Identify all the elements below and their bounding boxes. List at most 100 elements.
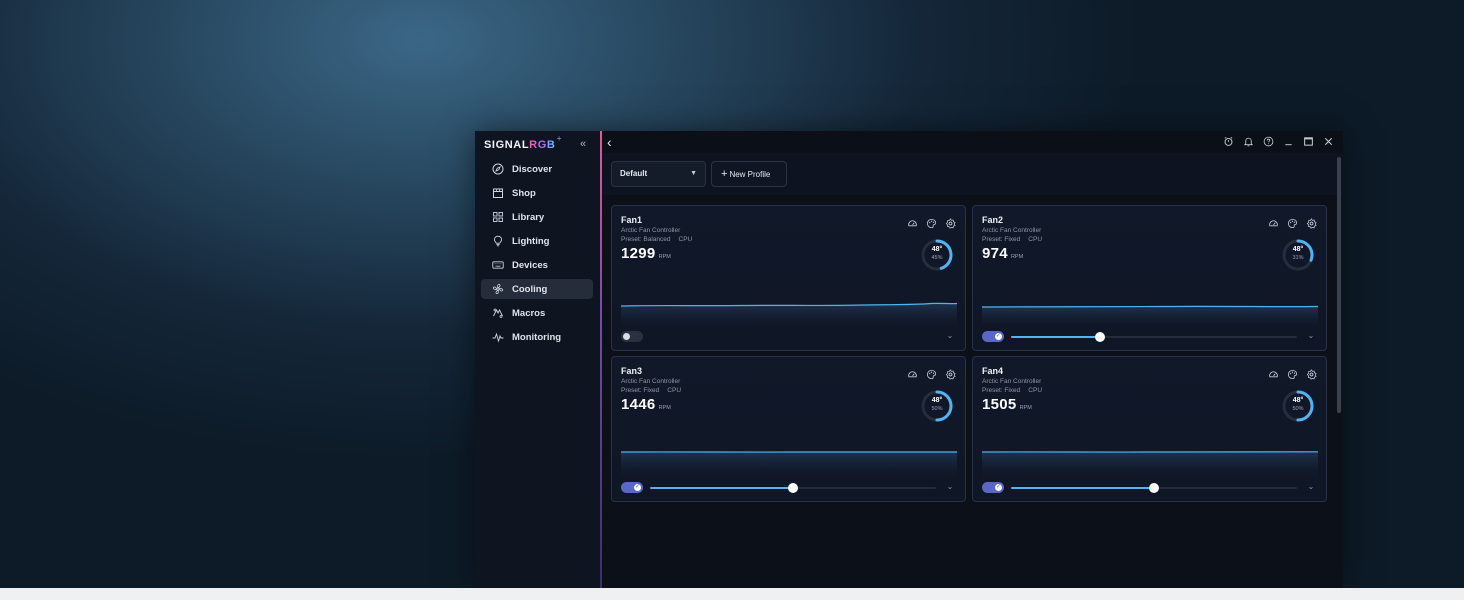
fan-rpm: 1505 RPM [982, 396, 1032, 413]
fan-card-actions [1267, 368, 1317, 380]
fan-rpm: 1446 RPM [621, 396, 671, 413]
rpm-history-graph [620, 292, 958, 330]
rpm-graph-svg [620, 451, 958, 481]
fan-preset: Preset: Fixed [982, 236, 1021, 243]
bell-icon[interactable] [1242, 135, 1255, 148]
maximize-icon[interactable] [1302, 135, 1315, 148]
help-icon[interactable] [1262, 135, 1275, 148]
store-icon [491, 186, 505, 200]
fan-card-4: Fan4 Arctic Fan Controller Preset: Fixed… [972, 356, 1327, 502]
speedometer-icon[interactable] [906, 217, 918, 229]
gear-icon[interactable] [944, 368, 956, 380]
check-icon: ✓ [635, 484, 641, 490]
sidebar-item-macros[interactable]: Macros [481, 303, 593, 323]
rpm-history-graph [981, 443, 1319, 481]
fan-card-footer: ✓ ⌄ [621, 481, 958, 495]
fan-preset-line: Preset: Balanced CPU [621, 236, 692, 243]
chevron-down-icon[interactable]: ⌄ [1305, 481, 1317, 493]
sidebar-item-label: Cooling [512, 283, 548, 295]
sidebar-item-label: Discover [512, 163, 553, 175]
fan-enable-toggle[interactable]: ✓ [982, 331, 1004, 342]
palette-icon[interactable] [1286, 217, 1298, 229]
fan-preset-line: Preset: Fixed CPU [982, 387, 1042, 394]
fan-preset-line: Preset: Fixed CPU [621, 387, 681, 394]
sidebar-item-shop[interactable]: Shop [481, 183, 593, 203]
sidebar-item-label: Lighting [512, 235, 550, 247]
logo-rgb-text: RGB [529, 139, 556, 151]
gear-icon[interactable] [944, 217, 956, 229]
fan-preset: Preset: Fixed [982, 387, 1021, 394]
sidebar-item-label: Macros [512, 307, 546, 319]
fan-card-actions [1267, 217, 1317, 229]
sidebar-item-label: Monitoring [512, 331, 562, 343]
palette-icon[interactable] [925, 217, 937, 229]
profile-dropdown[interactable]: Default ▼ [611, 161, 706, 187]
rpm-value: 1505 [982, 396, 1017, 413]
rpm-graph-svg [981, 305, 1319, 330]
sidebar-item-library[interactable]: Library [481, 207, 593, 227]
fan-speed-slider[interactable] [650, 483, 936, 493]
speedometer-icon[interactable] [906, 368, 918, 380]
fan-icon [491, 282, 505, 296]
slider-thumb[interactable] [788, 483, 798, 493]
rpm-history-graph [981, 292, 1319, 330]
sidebar-item-lighting[interactable]: Lighting [481, 231, 593, 251]
fan-enable-toggle[interactable] [621, 331, 643, 342]
palette-icon[interactable] [1286, 368, 1298, 380]
plus-icon: + [721, 168, 728, 180]
profile-dropdown-value: Default [620, 169, 648, 178]
rpm-graph-area [621, 451, 957, 481]
temperature-gauge: 48° 50% [1280, 388, 1316, 424]
fan-name: Fan2 [982, 215, 1004, 225]
fan-speed-slider[interactable] [1011, 332, 1297, 342]
new-profile-button[interactable]: + New Profile [711, 161, 787, 187]
fan-controller: Arctic Fan Controller [621, 378, 681, 385]
alarm-icon[interactable] [1222, 135, 1235, 148]
fan-enable-toggle[interactable]: ✓ [621, 482, 643, 493]
sidebar-item-monitoring[interactable]: Monitoring [481, 327, 593, 347]
fan-card-footer: ⌄ [621, 330, 958, 344]
sidebar-item-discover[interactable]: Discover [481, 159, 593, 179]
gear-icon[interactable] [1305, 368, 1317, 380]
back-button[interactable]: ‹ [607, 134, 621, 150]
rpm-unit: RPM [1019, 405, 1032, 411]
slider-fill [650, 487, 793, 489]
fan-rpm: 1299 RPM [621, 245, 671, 262]
fan-card-1: Fan1 Arctic Fan Controller Preset: Balan… [611, 205, 966, 351]
sidebar-item-devices[interactable]: Devices [481, 255, 593, 275]
chevron-down-icon[interactable]: ⌄ [944, 330, 956, 342]
sidebar-nav: Discover Shop Library Lighting Devices C… [481, 159, 593, 351]
minimize-icon[interactable] [1282, 135, 1295, 148]
pulse-icon [491, 330, 505, 344]
gauge-percent: 31% [1292, 255, 1304, 261]
sidebar-item-cooling[interactable]: Cooling [481, 279, 593, 299]
window-controls [1222, 135, 1335, 148]
slider-fill [1011, 487, 1154, 489]
speedometer-icon[interactable] [1267, 368, 1279, 380]
grid-icon [491, 210, 505, 224]
palette-icon[interactable] [925, 368, 937, 380]
fan-enable-toggle[interactable]: ✓ [982, 482, 1004, 493]
app-logo: SIGNAL RGB + [484, 134, 561, 152]
gear-icon[interactable] [1305, 217, 1317, 229]
slider-thumb[interactable] [1149, 483, 1159, 493]
rpm-value: 974 [982, 245, 1008, 262]
logo-signal-text: SIGNAL [484, 139, 530, 151]
fan-preset-line: Preset: Fixed CPU [982, 236, 1042, 243]
title-bar: ‹ [602, 131, 1343, 153]
bulb-icon [491, 234, 505, 248]
rpm-value: 1299 [621, 245, 656, 262]
rpm-graph-line [981, 305, 1319, 308]
gauge-temperature: 48° [931, 397, 943, 404]
scrollbar-thumb[interactable] [1337, 157, 1341, 413]
slider-thumb[interactable] [1094, 332, 1105, 342]
fan-preset: Preset: Balanced [621, 236, 671, 243]
chevron-down-icon[interactable]: ⌄ [944, 481, 956, 493]
fan-card-footer: ✓ ⌄ [982, 330, 1319, 344]
gauge-percent: 45% [931, 255, 943, 261]
close-icon[interactable] [1322, 135, 1335, 148]
chevron-down-icon[interactable]: ⌄ [1305, 330, 1317, 342]
fan-speed-slider[interactable] [1011, 483, 1297, 493]
collapse-sidebar-button[interactable]: « [580, 138, 592, 150]
speedometer-icon[interactable] [1267, 217, 1279, 229]
